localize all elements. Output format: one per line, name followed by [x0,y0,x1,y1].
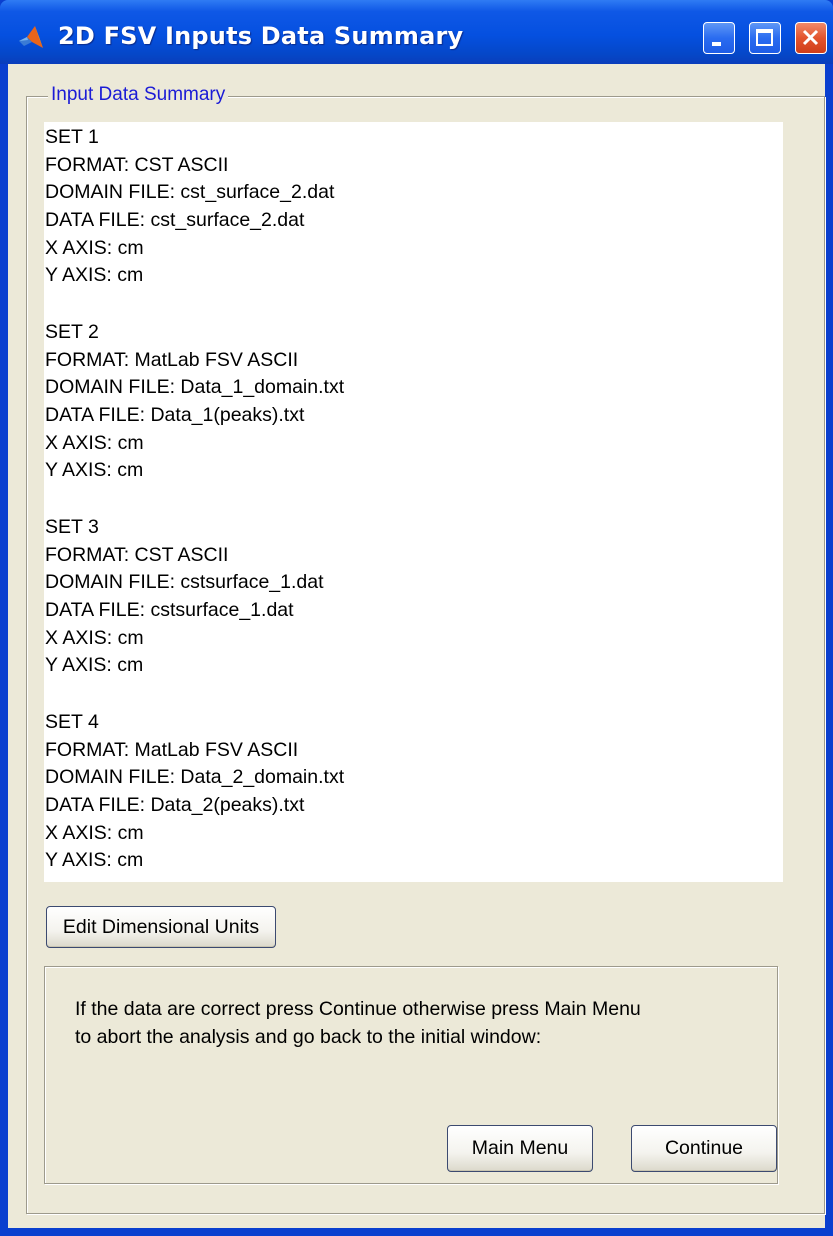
title-bar[interactable]: 2D FSV Inputs Data Summary [0,0,833,64]
set-block: SET 3 FORMAT: CST ASCII DOMAIN FILE: cst… [45,514,324,680]
close-button[interactable] [795,22,827,54]
set-header: SET 2 [45,321,99,343]
message-line: If the data are correct press Continue o… [75,998,641,1020]
confirmation-message: If the data are correct press Continue o… [75,995,755,1051]
maximize-button[interactable] [749,22,781,54]
set-data-file: DATA FILE: cst_surface_2.dat [45,209,305,232]
set-data-file: DATA FILE: Data_1(peaks).txt [45,404,305,427]
set-block: SET 2 FORMAT: MatLab FSV ASCII DOMAIN FI… [45,319,344,485]
maximize-icon [756,29,773,46]
set-block: SET 1 FORMAT: CST ASCII DOMAIN FILE: cst… [45,124,334,290]
set-x-axis: X AXIS: cm [45,431,144,454]
set-format: FORMAT: MatLab FSV ASCII [45,738,299,761]
set-header: SET 3 [45,516,99,538]
main-menu-button[interactable]: Main Menu [447,1125,593,1172]
set-y-axis: Y AXIS: cm [45,459,144,482]
set-domain-file: DOMAIN FILE: cstsurface_1.dat [45,571,324,594]
set-data-file: DATA FILE: cstsurface_1.dat [45,599,294,622]
group-label: Input Data Summary [48,84,229,106]
set-domain-file: DOMAIN FILE: Data_1_domain.txt [45,376,345,399]
matlab-logo-icon [18,24,44,50]
set-x-axis: X AXIS: cm [45,626,144,649]
window-client-area: Input Data Summary SET 1 FORMAT: CST ASC… [8,64,825,1228]
set-format: FORMAT: CST ASCII [45,153,229,176]
set-y-axis: Y AXIS: cm [45,849,144,872]
set-format: FORMAT: CST ASCII [45,543,229,566]
summary-text-area[interactable]: SET 1 FORMAT: CST ASCII DOMAIN FILE: cst… [44,122,783,882]
set-y-axis: Y AXIS: cm [45,654,144,677]
set-header: SET 4 [45,711,99,733]
confirmation-panel: If the data are correct press Continue o… [44,966,778,1184]
set-block: SET 4 FORMAT: MatLab FSV ASCII DOMAIN FI… [45,709,344,875]
set-format: FORMAT: MatLab FSV ASCII [45,348,299,371]
set-header: SET 1 [45,126,99,148]
minimize-button[interactable] [703,22,735,54]
close-icon [802,29,819,46]
minimize-icon [712,42,721,46]
continue-button[interactable]: Continue [631,1125,777,1172]
set-domain-file: DOMAIN FILE: Data_2_domain.txt [45,766,345,789]
set-y-axis: Y AXIS: cm [45,264,144,287]
edit-dimensional-units-button[interactable]: Edit Dimensional Units [46,906,276,948]
set-x-axis: X AXIS: cm [45,821,144,844]
set-domain-file: DOMAIN FILE: cst_surface_2.dat [45,181,335,204]
message-line: to abort the analysis and go back to the… [75,1026,542,1048]
set-x-axis: X AXIS: cm [45,236,144,259]
window-title: 2D FSV Inputs Data Summary [58,22,464,50]
app-window: 2D FSV Inputs Data Summary Input Data Su… [0,0,833,1236]
set-data-file: DATA FILE: Data_2(peaks).txt [45,794,305,817]
